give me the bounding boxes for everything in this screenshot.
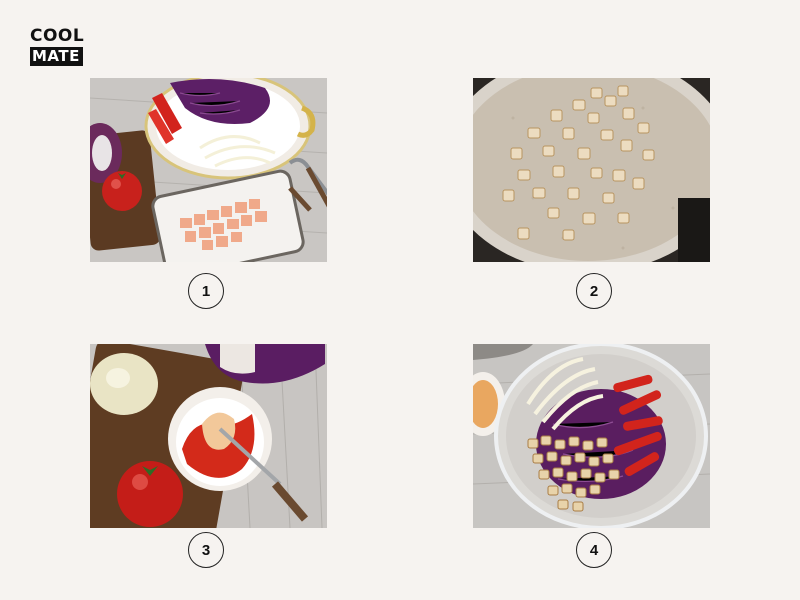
- step-2-badge: 2: [576, 273, 612, 309]
- logo-bottom-text: MATE: [30, 47, 83, 66]
- step-4-badge: 4: [576, 532, 612, 568]
- step-1-badge: 1: [188, 273, 224, 309]
- step-3-badge: 3: [188, 532, 224, 568]
- step-3-photo: [90, 344, 327, 528]
- step-1-photo: [90, 78, 327, 262]
- step-4-photo: [473, 344, 710, 528]
- step-2-photo: [473, 78, 710, 262]
- brand-logo: COOL MATE: [30, 28, 90, 66]
- logo-top-text: COOL: [30, 26, 85, 46]
